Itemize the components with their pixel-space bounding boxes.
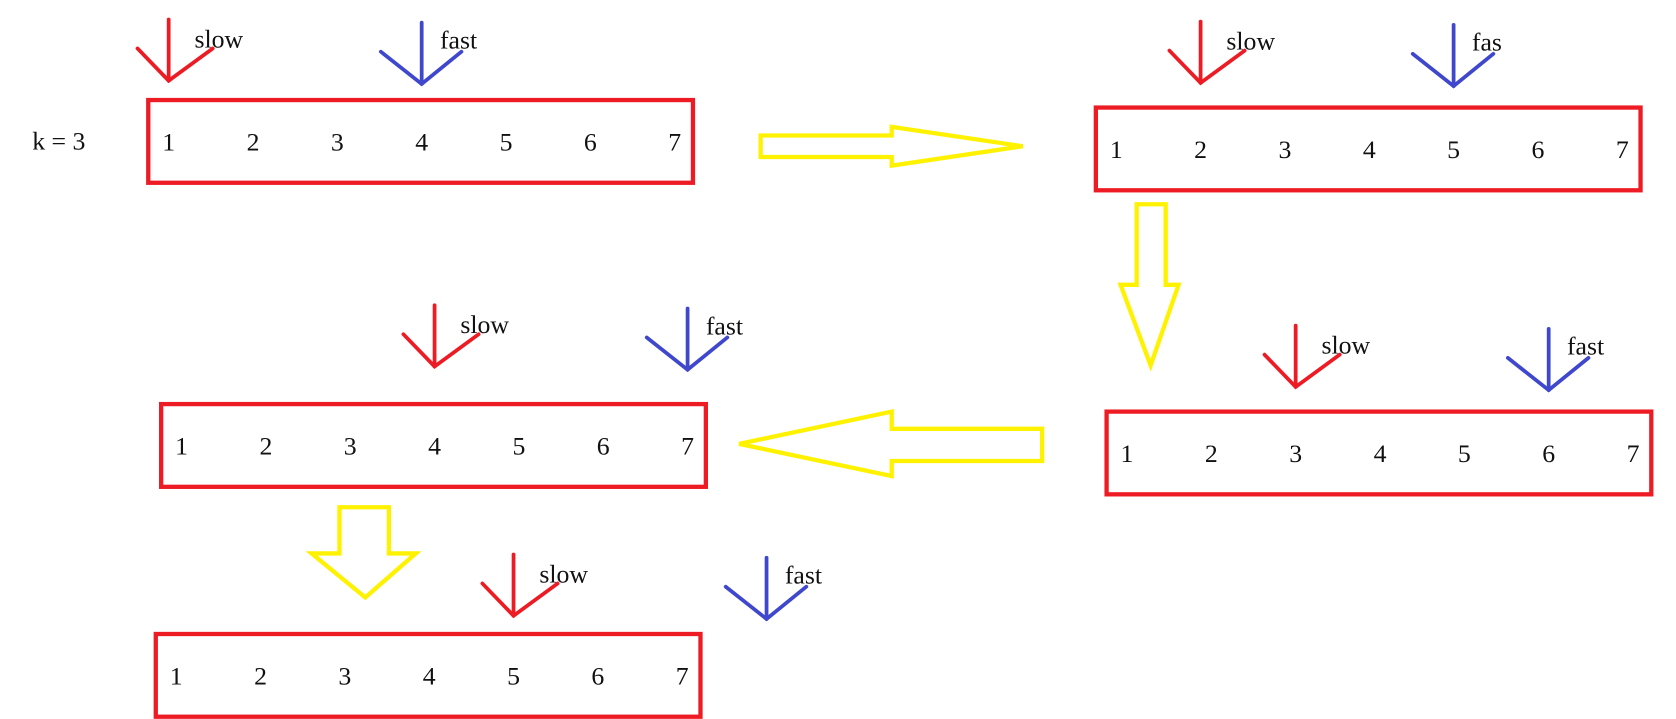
array-element: 2	[259, 432, 272, 461]
array-element: 5	[1447, 135, 1460, 164]
array-element: 4	[1374, 439, 1387, 468]
slow-label: slow	[539, 559, 588, 588]
array-element: 7	[668, 128, 681, 157]
array-element: 7	[1627, 439, 1640, 468]
fast-label: fast	[785, 561, 822, 590]
array-row-5: 1 2 3 4 5 6 7 slow fast	[153, 552, 822, 719]
fast-label: fast	[706, 311, 743, 340]
array-element: 7	[676, 661, 689, 690]
array-element: 2	[1205, 439, 1218, 468]
array-element: 6	[1542, 439, 1555, 468]
two-pointer-diagram: k = 3 1 2 3 4 5 6 7 slow fast 1 2 3 4 5 6 7 slow fas 1 2 3 4 5…	[32, 17, 1654, 719]
array-element: 5	[500, 128, 513, 157]
array-element: 5	[507, 661, 520, 690]
flow-arrow-down-icon	[305, 505, 422, 601]
array-row-4: 1 2 3 4 5 6 7 slow fast	[159, 303, 743, 489]
array-element: 2	[1194, 135, 1207, 164]
array-element: 7	[681, 432, 694, 461]
array-element: 1	[1121, 439, 1134, 468]
slow-label: slow	[1321, 331, 1370, 360]
slow-label: slow	[1226, 27, 1275, 56]
array-element: 3	[338, 661, 351, 690]
array-element: 6	[597, 432, 610, 461]
fast-label: fast	[440, 25, 477, 54]
array-element: 2	[254, 661, 267, 690]
array-element: 1	[1110, 135, 1123, 164]
array-element: 3	[344, 432, 357, 461]
array-element: 1	[162, 128, 175, 157]
array-element: 4	[415, 128, 428, 157]
flow-arrow-right-icon	[758, 124, 1024, 169]
array-element: 3	[1289, 439, 1302, 468]
slow-label: slow	[194, 24, 243, 53]
array-element: 3	[1278, 135, 1291, 164]
array-element: 6	[591, 661, 604, 690]
array-element: 5	[1458, 439, 1471, 468]
array-element: 3	[331, 128, 344, 157]
array-element: 5	[512, 432, 525, 461]
k-label: k = 3	[32, 126, 85, 155]
fast-label: fast	[1567, 332, 1604, 361]
array-row-1: 1 2 3 4 5 6 7 slow fast	[135, 17, 696, 185]
array-element: 6	[1531, 135, 1544, 164]
flow-arrow-left-icon	[738, 408, 1045, 479]
array-element: 1	[170, 661, 183, 690]
array-element: 4	[423, 661, 436, 690]
array-row-2: 1 2 3 4 5 6 7 slow fas	[1093, 19, 1643, 193]
array-element: 1	[175, 432, 188, 461]
array-element: 7	[1616, 135, 1629, 164]
fast-label: fas	[1472, 28, 1502, 57]
flow-arrow-down-icon	[1117, 202, 1182, 372]
array-row-3: 1 2 3 4 5 6 7 slow fast	[1104, 323, 1654, 497]
array-element: 4	[428, 432, 441, 461]
slow-label: slow	[460, 310, 509, 339]
array-element: 4	[1363, 135, 1376, 164]
array-element: 6	[584, 128, 597, 157]
array-element: 2	[247, 128, 260, 157]
